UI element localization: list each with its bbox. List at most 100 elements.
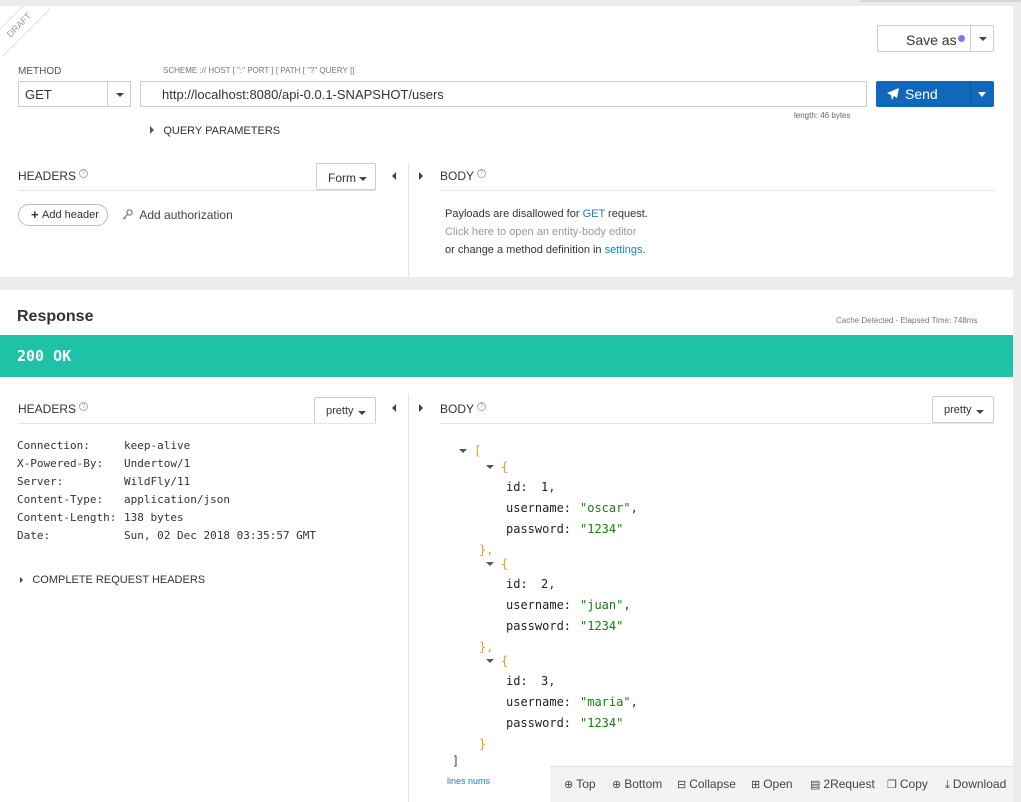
- headers-mode-select[interactable]: Form: [316, 163, 376, 190]
- request-split-divider[interactable]: [408, 163, 409, 277]
- response-title: Response: [17, 308, 94, 325]
- send-icon: [887, 88, 899, 100]
- open-entity-body-editor-link[interactable]: Click here to open an entity-body editor: [445, 226, 636, 238]
- download-button[interactable]: ⤓ Download: [945, 777, 1006, 792]
- json-value: "1234": [580, 619, 624, 633]
- query-parameters-toggle[interactable]: QUERY PARAMETERS: [150, 123, 280, 137]
- response-header-row: Date: Sun, 02 Dec 2018 03:35:57 GMT: [17, 529, 397, 547]
- json-row: id: 2,: [506, 577, 556, 591]
- save-as-label: Save as: [906, 32, 957, 48]
- method-select[interactable]: GET: [18, 81, 131, 107]
- copy-label: Copy: [899, 777, 928, 791]
- collapse-object-icon[interactable]: [486, 659, 494, 663]
- save-as-button-group: Save as: [877, 25, 994, 52]
- change-method-prefix: or change a method definition in: [445, 244, 605, 256]
- collapse-array-icon[interactable]: [459, 449, 467, 453]
- json-row: id: 3,: [506, 674, 556, 688]
- response-headers-title: HEADERS: [18, 402, 77, 416]
- response-headers-list: Connection: keep-alive X-Powered-By: Under…: [17, 439, 397, 547]
- collapse-button[interactable]: ⊟ Collapse: [677, 777, 736, 791]
- collapse-right-icon[interactable]: [419, 404, 423, 412]
- url-format-label: SCHEME :// HOST [ ":" PORT ] [ PATH [ "?…: [163, 66, 355, 75]
- response-headers-title-wrap: HEADERS?: [18, 402, 89, 416]
- response-toolbar: ⊕ Top ⊕ Bottom ⊟ Collapse ⊞ Open ▤ 2Request ❐…: [550, 766, 1013, 802]
- copy-button[interactable]: ❐ Copy: [887, 777, 928, 791]
- help-icon[interactable]: ?: [79, 169, 89, 178]
- json-key: username:: [506, 598, 572, 612]
- json-key: username:: [506, 695, 572, 709]
- add-header-button[interactable]: + Add header: [18, 204, 108, 226]
- response-header-row: X-Powered-By: Undertow/1: [17, 457, 397, 475]
- open-button[interactable]: ⊞ Open: [751, 777, 793, 791]
- collapse-right-icon[interactable]: [419, 172, 423, 180]
- draft-corner: DRAFT: [0, 6, 50, 56]
- document-icon: ▤: [810, 779, 821, 791]
- header-value: 138 bytes: [124, 511, 184, 524]
- json-key: password:: [506, 716, 572, 730]
- payload-msg-prefix: Payloads are disallowed for: [445, 208, 583, 220]
- plus-square-icon: ⊞: [751, 779, 761, 791]
- json-value: 2: [541, 577, 549, 591]
- send-dropdown-toggle[interactable]: [971, 81, 994, 107]
- json-row: password: "1234": [506, 522, 623, 536]
- add-authorization-label: Add authorization: [139, 208, 233, 222]
- collapse-left-icon[interactable]: [392, 172, 396, 180]
- json-array-open: [: [474, 444, 482, 458]
- change-method-suffix: .: [642, 244, 646, 256]
- lines-nums-label: lines nums: [447, 776, 491, 786]
- download-label: Download: [952, 777, 1007, 791]
- minus-square-icon: ⊟: [677, 779, 687, 791]
- save-as-dropdown-toggle[interactable]: [972, 26, 994, 51]
- scroll-top-button[interactable]: ⊕ Top: [564, 777, 596, 791]
- send-button-group: Send: [876, 81, 994, 107]
- plus-icon: +: [31, 207, 39, 222]
- json-value: 3: [541, 674, 549, 688]
- response-body-mode-value: pretty: [944, 404, 972, 416]
- add-authorization-button[interactable]: Add authorization: [122, 208, 233, 222]
- json-object-close: }: [479, 737, 487, 751]
- json-object-close: },: [479, 640, 494, 654]
- key-icon: [122, 209, 133, 220]
- response-headers-divider: [18, 423, 376, 424]
- response-headers-mode-select[interactable]: pretty: [314, 397, 376, 424]
- scroll-bottom-button[interactable]: ⊕ Bottom: [612, 777, 662, 791]
- header-value: WildFly/11: [124, 475, 191, 488]
- json-key: id:: [506, 577, 528, 591]
- help-icon[interactable]: ?: [79, 402, 89, 411]
- send-button[interactable]: Send: [876, 81, 970, 107]
- json-row: id: 1,: [506, 480, 556, 494]
- complete-request-headers-toggle[interactable]: COMPLETE REQUEST HEADERS: [20, 572, 205, 586]
- to-request-button[interactable]: ▤ 2Request: [810, 777, 875, 791]
- help-icon[interactable]: ?: [477, 402, 487, 411]
- chevron-down-icon: [979, 37, 987, 41]
- url-input[interactable]: http://localhost:8080/api-0.0.1-SNAPSHOT…: [140, 81, 867, 107]
- url-length: length: 46 bytes: [794, 111, 851, 120]
- chevron-down-icon: [358, 411, 366, 415]
- payload-msg-suffix: request.: [605, 208, 648, 220]
- response-body-mode-select[interactable]: pretty: [932, 396, 994, 423]
- response-body-title-wrap: BODY?: [440, 402, 487, 416]
- lines-nums-toggle[interactable]: lines nums: [447, 776, 490, 786]
- header-name: X-Powered-By:: [17, 457, 104, 470]
- unsaved-dot-icon: [958, 35, 965, 42]
- save-as-button[interactable]: Save as: [878, 26, 971, 51]
- request-panel: DRAFT Save as METHOD GET SCHEME :// HOST…: [0, 6, 1013, 277]
- json-value: "1234": [580, 522, 624, 536]
- to-request-label: 2Request: [823, 777, 875, 791]
- chevron-down-icon: [359, 177, 367, 181]
- response-split-divider[interactable]: [408, 394, 409, 802]
- collapse-object-icon[interactable]: [486, 562, 494, 566]
- draft-ribbon: DRAFT: [0, 6, 50, 56]
- collapse-left-icon[interactable]: [392, 404, 396, 412]
- header-name: Date:: [17, 529, 51, 542]
- copy-icon: ❐: [887, 779, 897, 791]
- settings-link[interactable]: settings: [605, 244, 643, 256]
- method-value: GET: [25, 87, 52, 102]
- help-icon[interactable]: ?: [477, 169, 487, 178]
- json-key: id:: [506, 674, 528, 688]
- collapse-object-icon[interactable]: [486, 465, 494, 469]
- request-body-title: BODY: [440, 169, 475, 183]
- change-method-message: or change a method definition in setting…: [445, 244, 646, 256]
- open-label: Open: [763, 777, 793, 791]
- arrow-up-icon: ⊕: [564, 779, 574, 791]
